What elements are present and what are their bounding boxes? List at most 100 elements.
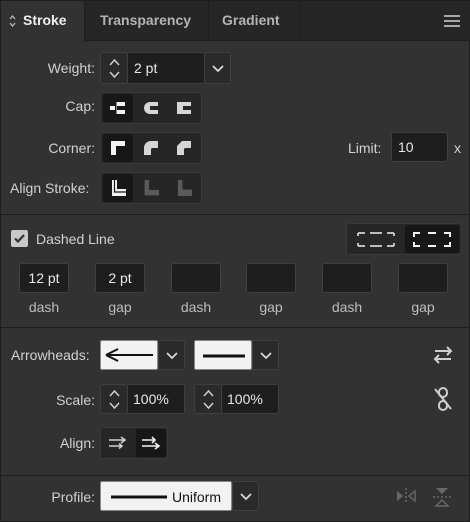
dash-2-label: dash: [180, 299, 212, 315]
tab-bar: Stroke Transparency Gradient: [1, 1, 470, 42]
tab-stroke[interactable]: Stroke: [1, 1, 85, 42]
stepper-arrows-icon: [109, 58, 120, 79]
chevron-down-icon: [166, 352, 178, 360]
start-scale-stepper[interactable]: [100, 384, 128, 414]
dash-2-input[interactable]: [171, 263, 221, 293]
projecting-cap-icon: [177, 102, 191, 114]
dash-1-value: 12 pt: [28, 270, 60, 286]
corner-label: Corner:: [48, 140, 95, 156]
align-inside-icon: [143, 180, 159, 197]
preserve-dashes-button[interactable]: [349, 225, 403, 253]
gap-3-input[interactable]: [398, 263, 448, 293]
preserve-dashes-icon: [357, 232, 395, 247]
align-stroke-inside-button[interactable]: [136, 174, 166, 202]
tab-transparency-label: Transparency: [100, 12, 192, 28]
extend-arrow-tip-button[interactable]: [103, 429, 133, 457]
tab-gradient-label: Gradient: [222, 12, 280, 28]
chevron-down-icon: [240, 493, 252, 501]
limit-unit: x: [454, 140, 461, 156]
end-arrowhead-select[interactable]: [194, 340, 252, 370]
chevron-down-icon: [260, 352, 272, 360]
tab-stroke-label: Stroke: [23, 12, 67, 28]
gap-2-input[interactable]: [246, 263, 296, 293]
dash-1-input[interactable]: 12 pt: [19, 263, 69, 293]
weight-input[interactable]: 2 pt: [127, 52, 205, 84]
start-scale-value: 100%: [133, 391, 169, 407]
uniform-profile-icon: [111, 495, 167, 499]
limit-input[interactable]: 10: [391, 132, 448, 162]
dash-3-input[interactable]: [322, 263, 372, 293]
limit-label: Limit:: [348, 140, 382, 156]
collapse-toggle-icon[interactable]: [9, 14, 16, 28]
align-dashes-icon: [413, 232, 451, 247]
extend-arrow-tip-icon: [109, 436, 127, 450]
start-arrowhead-dropdown[interactable]: [158, 340, 185, 370]
section-divider: [1, 214, 470, 215]
arrow-left-icon: [105, 348, 153, 362]
align-stroke-outside-button[interactable]: [169, 174, 199, 202]
gap-1-label: gap: [108, 299, 132, 315]
panel-menu-icon[interactable]: [444, 15, 460, 27]
section-divider: [1, 475, 470, 476]
place-arrow-tip-icon: [142, 436, 161, 450]
butt-cap-button[interactable]: [103, 94, 133, 122]
round-cap-icon: [144, 102, 158, 114]
tab-gradient[interactable]: Gradient: [209, 1, 301, 41]
end-scale-stepper[interactable]: [194, 384, 222, 414]
align-stroke-center-button[interactable]: [103, 174, 133, 202]
start-arrowhead-select[interactable]: [100, 340, 158, 370]
round-join-button[interactable]: [136, 134, 166, 162]
round-join-icon: [144, 141, 158, 155]
weight-dropdown-button[interactable]: [204, 52, 231, 84]
end-arrowhead-dropdown[interactable]: [252, 340, 279, 370]
dash-3-label: dash: [331, 299, 363, 315]
align-outside-icon: [178, 180, 192, 196]
bevel-join-icon: [177, 141, 191, 155]
scale-label: Scale:: [56, 392, 95, 408]
dashed-line-checkbox[interactable]: [11, 230, 28, 247]
chevron-down-icon: [212, 65, 224, 73]
corner-button-group: [100, 132, 202, 164]
checkmark-icon: [14, 234, 25, 244]
stroke-panel: Stroke Transparency Gradient Weight: 2 p…: [0, 0, 470, 522]
cap-label: Cap:: [65, 98, 95, 114]
dashed-line-label: Dashed Line: [36, 231, 115, 247]
projecting-cap-button[interactable]: [169, 94, 199, 122]
end-scale-input[interactable]: 100%: [221, 384, 279, 414]
profile-value: Uniform: [172, 489, 222, 505]
arrowheads-label: Arrowheads:: [11, 347, 90, 363]
flip-across-icon[interactable]: [432, 486, 452, 508]
start-scale-input[interactable]: 100%: [127, 384, 185, 414]
gap-1-input[interactable]: 2 pt: [95, 263, 145, 293]
miter-join-icon: [111, 141, 125, 155]
flip-along-icon[interactable]: [395, 487, 417, 505]
align-dashes-to-corners-button[interactable]: [405, 225, 459, 253]
tab-transparency[interactable]: Transparency: [85, 1, 209, 41]
align-label: Align:: [59, 435, 95, 451]
unlink-scale-icon[interactable]: [432, 386, 454, 412]
align-stroke-label: Align Stroke:: [10, 180, 90, 196]
align-center-icon: [112, 180, 126, 196]
bevel-join-button[interactable]: [169, 134, 199, 162]
profile-label: Profile:: [51, 489, 95, 505]
gap-2-label: gap: [259, 299, 283, 315]
width-profile-select[interactable]: Uniform: [100, 481, 232, 511]
dash-alignment-group: [346, 223, 462, 255]
align-stroke-button-group: [100, 172, 202, 204]
round-cap-button[interactable]: [136, 94, 166, 122]
miter-join-button[interactable]: [103, 134, 133, 162]
weight-value: 2 pt: [134, 60, 158, 76]
end-scale-value: 100%: [227, 391, 263, 407]
profile-dropdown[interactable]: [232, 481, 259, 511]
cap-button-group: [100, 92, 202, 124]
weight-stepper[interactable]: [100, 52, 128, 84]
weight-label: Weight:: [47, 60, 95, 76]
gap-1-value: 2 pt: [108, 270, 132, 286]
place-arrow-tip-button[interactable]: [136, 429, 166, 457]
section-divider: [1, 327, 470, 328]
stepper-arrows-icon: [109, 389, 120, 410]
arrow-align-group: [100, 427, 168, 459]
gap-3-label: gap: [411, 299, 435, 315]
swap-arrowheads-icon[interactable]: [432, 346, 454, 364]
butt-cap-icon: [110, 102, 125, 114]
